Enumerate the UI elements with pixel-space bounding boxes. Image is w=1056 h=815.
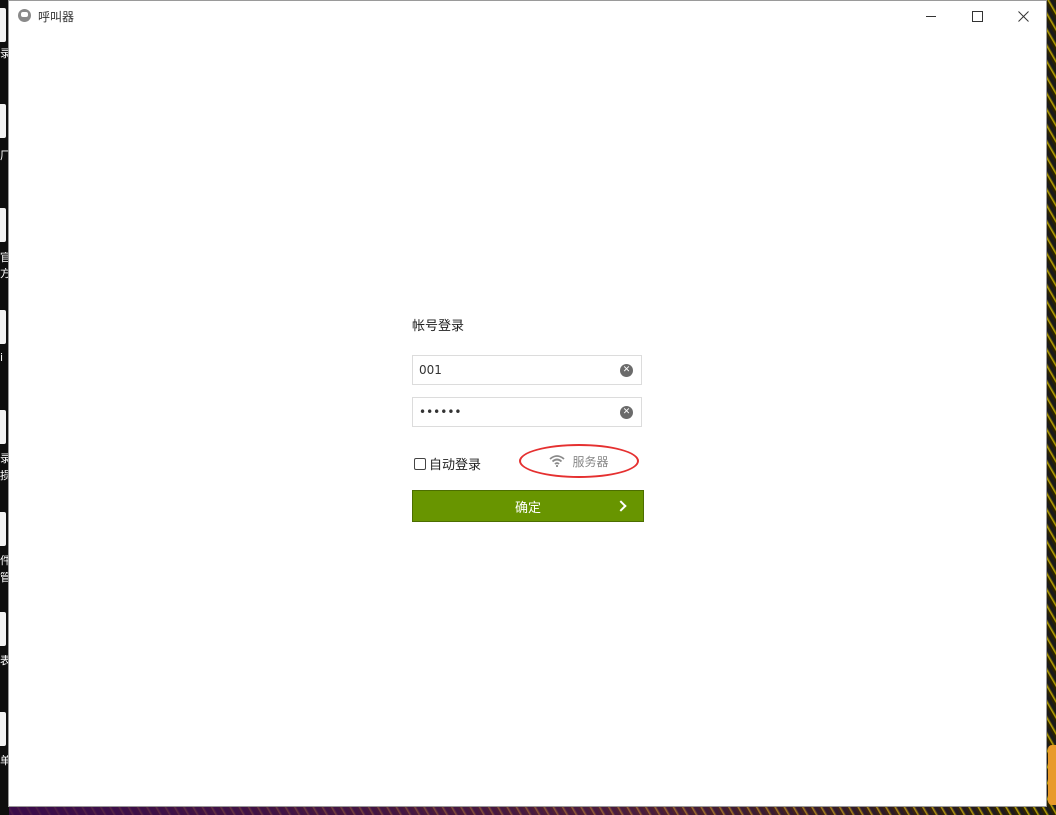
password-input[interactable]: [419, 398, 609, 426]
app-window: 呼叫器 帐号登录 ✕ ✕ 自动登录: [8, 0, 1047, 807]
desktop-shortcut-icon[interactable]: [0, 712, 6, 746]
desktop-shortcut-icon[interactable]: [0, 310, 6, 344]
desktop-shortcut-icon[interactable]: [0, 208, 6, 242]
server-label: 服务器: [572, 454, 609, 469]
desktop-shortcut-icon[interactable]: [1048, 745, 1056, 805]
clear-username-icon[interactable]: ✕: [620, 364, 633, 377]
title-bar[interactable]: 呼叫器: [9, 1, 1046, 31]
minimize-button[interactable]: [908, 1, 954, 31]
desktop-shortcut-icon[interactable]: [0, 512, 6, 546]
server-settings-link[interactable]: 服务器: [519, 444, 639, 478]
window-title: 呼叫器: [38, 10, 75, 24]
clear-password-icon[interactable]: ✕: [620, 406, 633, 419]
desktop-shortcut-icon[interactable]: [0, 8, 6, 42]
confirm-label: 确定: [514, 500, 541, 516]
close-icon: [1017, 10, 1029, 22]
desktop-shortcut-icon[interactable]: [0, 612, 6, 646]
password-field[interactable]: ✕: [412, 397, 642, 427]
login-form: 帐号登录 ✕ ✕ 自动登录 服务器 确定: [412, 317, 645, 522]
app-logo-icon: [18, 9, 31, 22]
maximize-icon: [971, 10, 983, 22]
username-field[interactable]: ✕: [412, 355, 642, 385]
desktop-shortcut-icon[interactable]: [0, 410, 6, 444]
checkbox-icon[interactable]: [414, 457, 426, 470]
chevron-right-icon: [615, 500, 627, 512]
close-button[interactable]: [1000, 1, 1046, 31]
username-input[interactable]: [419, 356, 609, 384]
confirm-button[interactable]: 确定: [412, 490, 644, 522]
login-title: 帐号登录: [412, 319, 465, 334]
auto-login-checkbox[interactable]: 自动登录: [414, 454, 481, 473]
desktop-shortcut-icon[interactable]: [0, 104, 6, 138]
minimize-icon: [926, 15, 936, 17]
auto-login-label: 自动登录: [429, 458, 482, 473]
wifi-icon: [549, 455, 566, 467]
maximize-button[interactable]: [954, 1, 1000, 31]
